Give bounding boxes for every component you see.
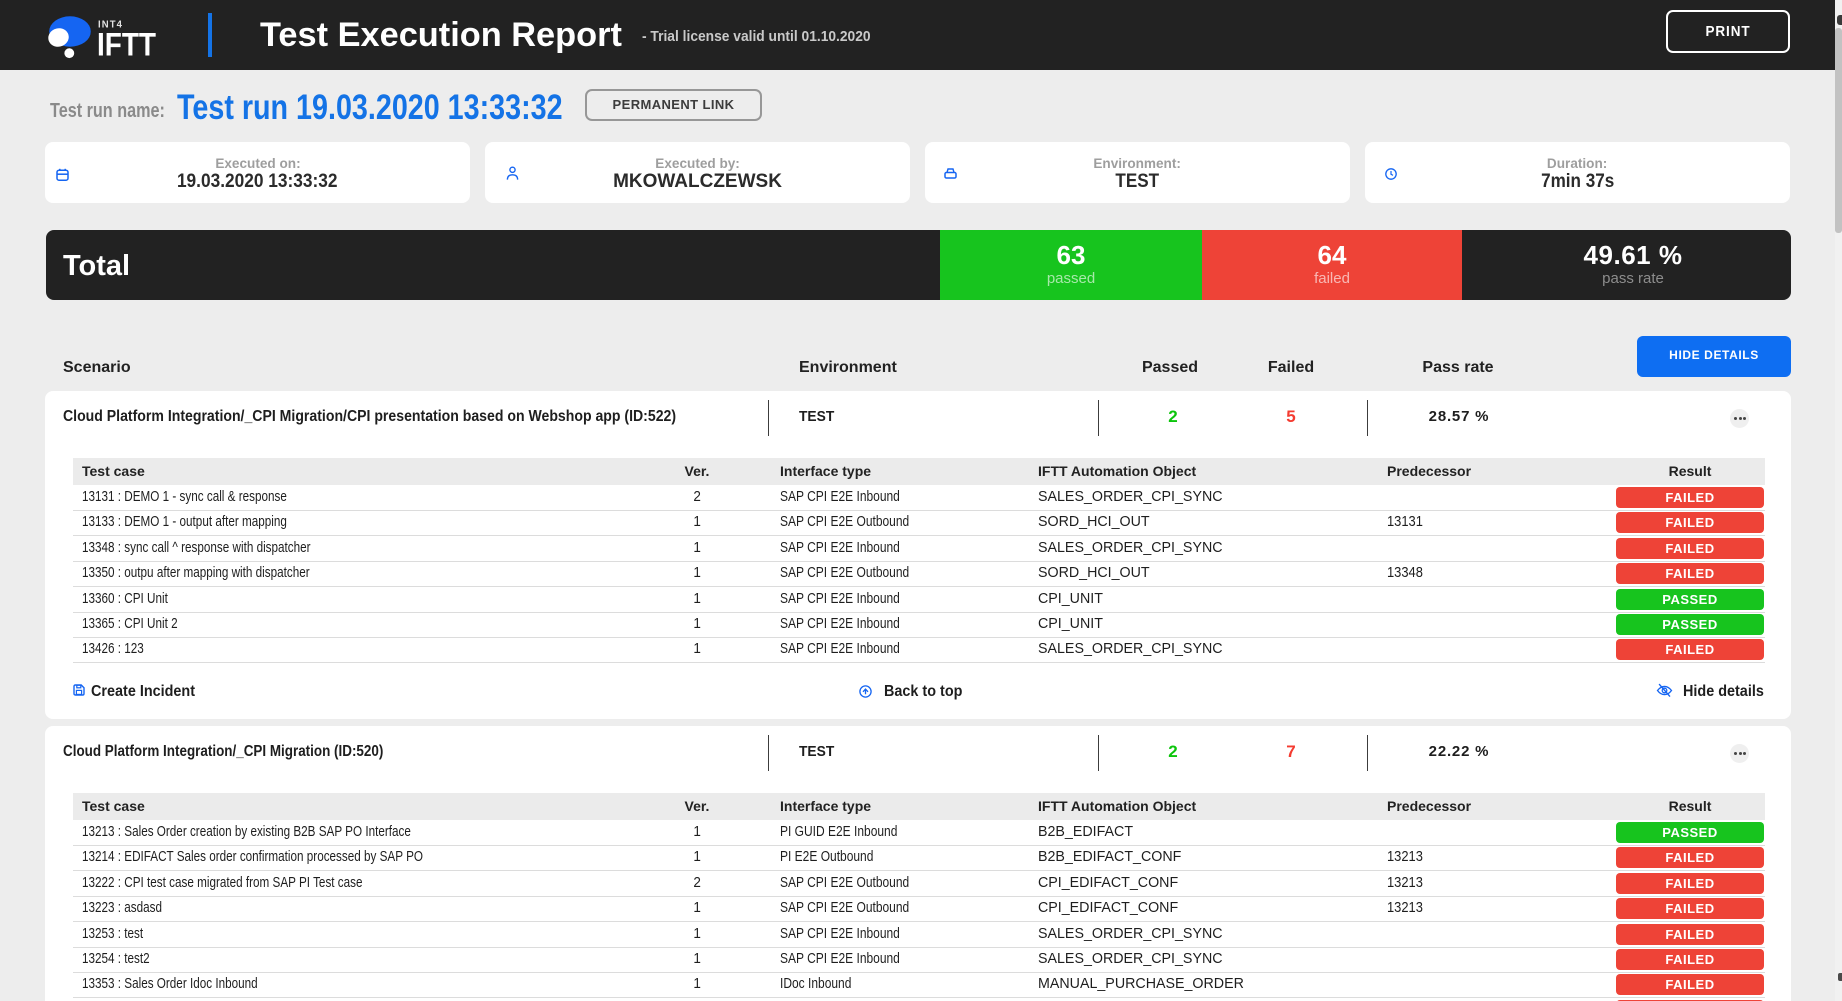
svg-text:IFTT: IFTT [97,27,156,61]
